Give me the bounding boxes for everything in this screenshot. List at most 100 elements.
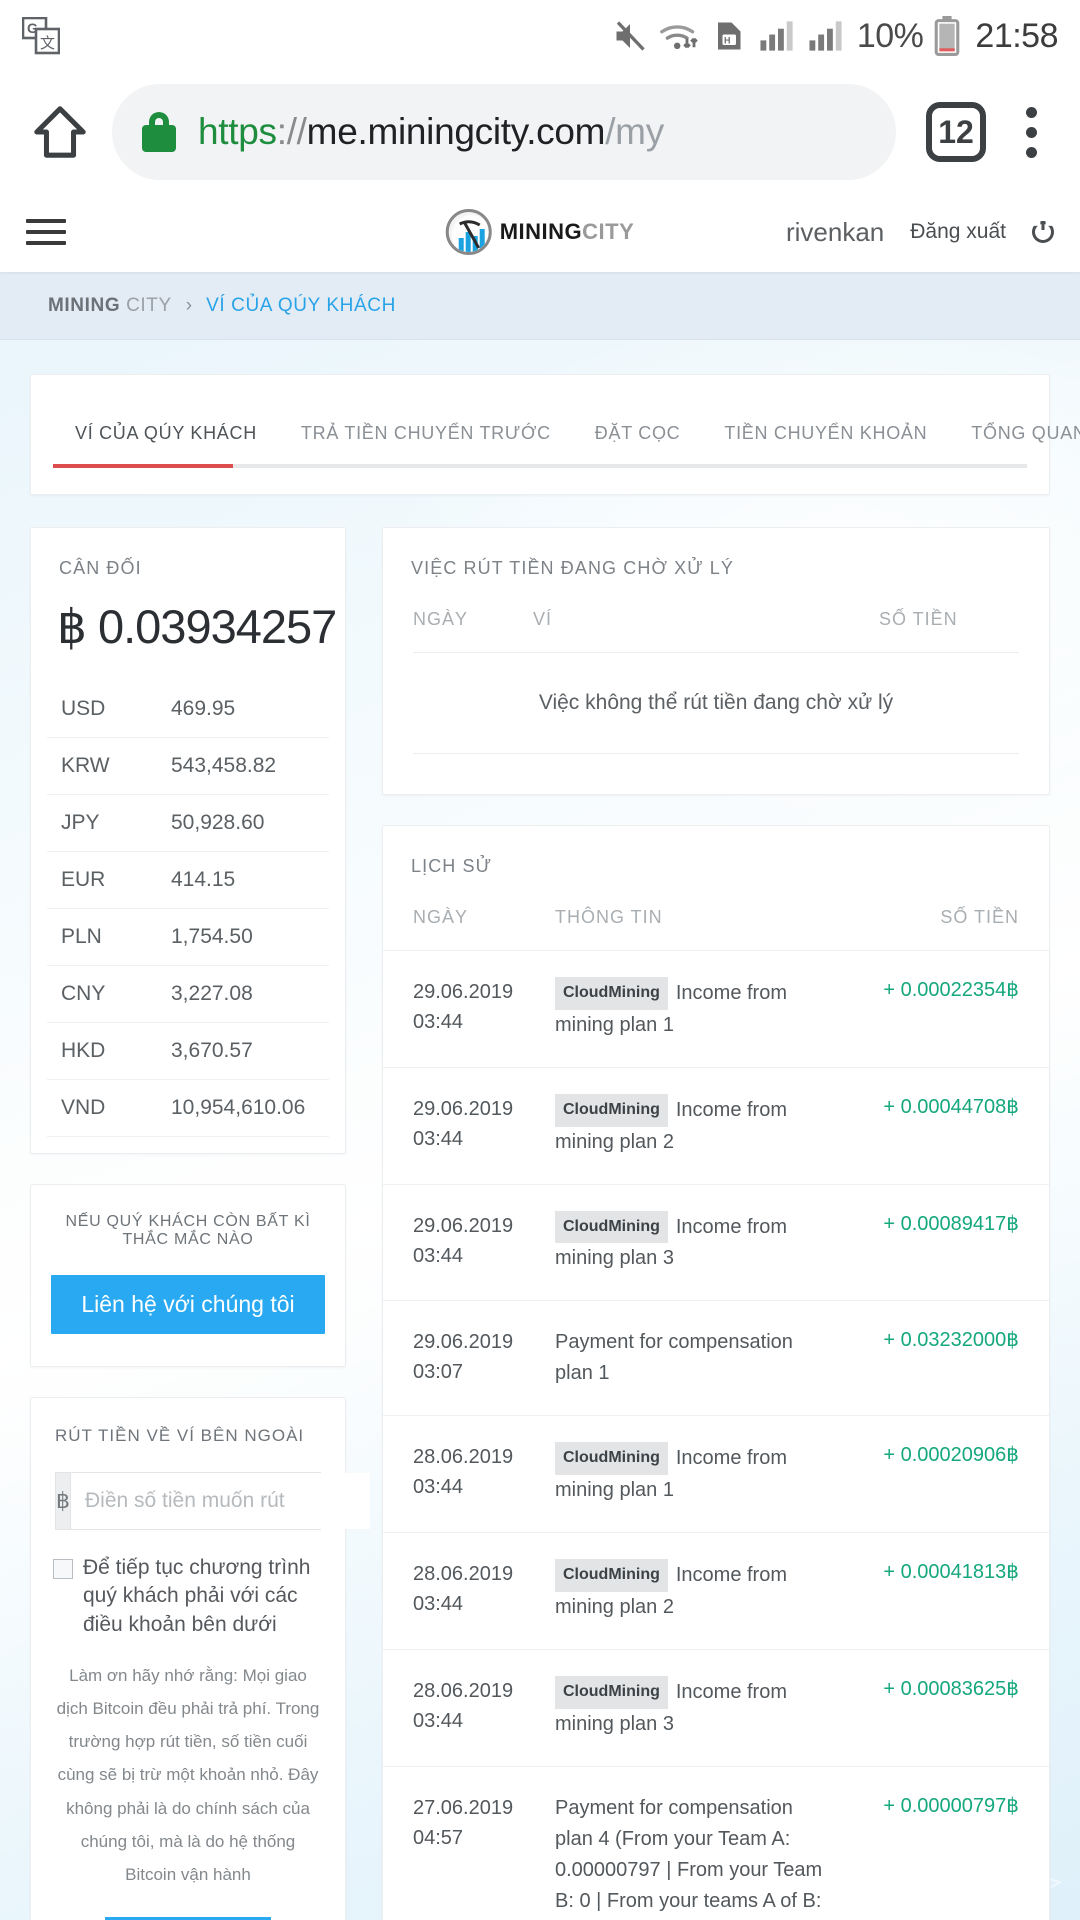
wifi-transfer-icon — [659, 18, 701, 54]
table-row: EUR 414.15 — [47, 852, 329, 909]
power-icon[interactable] — [1032, 221, 1054, 243]
history-card: LỊCH SỬ NGÀY THÔNG TIN SỐ TIỀN 29.06.201… — [382, 825, 1050, 1920]
transaction-amount: + 0.00041813฿ — [883, 1561, 1019, 1584]
tab-tra-tien-chuyen-truoc[interactable]: TRẢ TIỀN CHUYỂN TRƯỚC — [279, 409, 573, 464]
currency-code: JPY — [61, 811, 100, 834]
table-row: JPY 50,928.60 — [47, 795, 329, 852]
username-label[interactable]: rivenkan — [786, 217, 884, 248]
transaction-date: 29.06.2019 03:44 — [413, 981, 514, 1033]
contact-card-title: NẾU QUÝ KHÁCH CÒN BẤT KÌ THẮC MẮC NÀO — [65, 1213, 311, 1248]
two-column-layout: CÂN ĐỐI ฿ 0.03934257 USD 469.95 KRW 543,45… — [30, 527, 1050, 1920]
currency-value: 414.15 — [171, 868, 236, 891]
transaction-amount: + 0.00020906฿ — [883, 1444, 1019, 1467]
table-row: 28.06.2019 03:44 CloudMining Income from mi… — [383, 1648, 1049, 1766]
browser-toolbar: https://me.miningcity.com/my 12 — [0, 72, 1080, 192]
history-card-title: LỊCH SỬ — [411, 856, 493, 876]
transaction-tag-badge: CloudMining — [555, 1210, 668, 1244]
breadcrumb: MINING CITY › VÍ CỦA QÚY KHÁCH — [0, 272, 1080, 340]
transaction-info: CloudMining Income from mining plan 3 — [555, 1675, 849, 1740]
signal-bars-icon — [759, 19, 797, 53]
transaction-tag-badge: CloudMining — [555, 1559, 668, 1592]
status-left-icons: G 文 — [21, 16, 61, 55]
transaction-tag-badge: CloudMining — [555, 1675, 668, 1709]
transaction-info: Payment for compensation plan 1 — [555, 1331, 793, 1385]
url-bar[interactable]: https://me.miningcity.com/my — [112, 84, 896, 180]
transaction-date: 28.06.2019 03:44 — [413, 1563, 514, 1616]
breadcrumb-root-light: CITY — [126, 294, 172, 316]
tab-dat-coc[interactable]: ĐẶT CỌC — [573, 409, 703, 464]
breadcrumb-current: VÍ CỦA QÚY KHÁCH — [206, 294, 396, 316]
withdraw-amount-input[interactable] — [71, 1473, 370, 1529]
lock-icon — [142, 112, 176, 152]
history-row-list: 29.06.2019 03:44 CloudMining Income from mi… — [383, 950, 1049, 1920]
tab-bar-card: VÍ CỦA QÚY KHÁCH TRẢ TIỀN CHUYỂN TRƯỚC Đ… — [30, 374, 1080, 495]
table-row: CNY 3,227.08 — [47, 966, 329, 1023]
table-row: PLN 1,754.50 — [47, 909, 329, 966]
volume-muted-icon — [612, 18, 648, 54]
transaction-amount: + 0.00000797฿ — [883, 1794, 1019, 1817]
contact-us-button[interactable]: Liên hệ với chúng tôi — [51, 1275, 325, 1334]
tab-list: VÍ CỦA QÚY KHÁCH TRẢ TIỀN CHUYỂN TRƯỚC Đ… — [31, 409, 1080, 464]
table-row: KRW 543,458.82 — [47, 738, 329, 795]
fiat-rates-table: USD 469.95 KRW 543,458.82 JPY 50,928.60 EUR… — [31, 681, 345, 1153]
currency-code: KRW — [61, 754, 110, 777]
tab-counter-button[interactable]: 12 — [926, 102, 986, 162]
tab-tien-chuyen-khoan[interactable]: TIỀN CHUYỂN KHOẢN — [702, 409, 949, 464]
url-text: https://me.miningcity.com/my — [198, 111, 664, 153]
table-row: USD 469.95 — [47, 681, 329, 738]
table-row: 28.06.2019 03:44 CloudMining Income from mi… — [383, 1415, 1049, 1532]
withdraw-amount-group: ฿ — [55, 1472, 370, 1530]
withdraw-card-title: RÚT TIỀN VỀ VÍ BÊN NGOÀI — [55, 1426, 305, 1445]
site-logo[interactable]: MININGCITY — [445, 209, 635, 255]
column-header-wallet: VÍ — [533, 609, 553, 629]
header-user-area: rivenkan Đăng xuất — [786, 217, 1054, 248]
pending-table-header: NGÀY VÍ SỐ TIỀN — [383, 579, 1049, 630]
transaction-amount: + 0.00044708฿ — [883, 1095, 1019, 1118]
hamburger-menu-icon[interactable] — [26, 219, 66, 245]
breadcrumb-root[interactable]: MINING CITY — [48, 295, 172, 317]
currency-value: 3,670.57 — [171, 1039, 253, 1062]
table-row: 29.06.2019 03:44 CloudMining Income from mi… — [383, 1066, 1049, 1184]
tab-vi-cua-quy-khach[interactable]: VÍ CỦA QÚY KHÁCH — [53, 409, 279, 464]
transaction-amount: + 0.00083625฿ — [883, 1677, 1019, 1700]
logo-wordmark: MININGCITY — [500, 219, 635, 245]
bitcoin-symbol-icon: ฿ — [56, 1473, 71, 1529]
tab-underline-track — [53, 464, 1027, 468]
right-column: VIỆC RÚT TIỀN ĐANG CHỜ XỬ LÝ NGÀY VÍ SỐ … — [382, 527, 1050, 1920]
signal-bars-icon — [808, 19, 846, 53]
transaction-tag-badge: CloudMining — [555, 1442, 668, 1476]
transaction-info: Payment for compensation plan 4 (From yo… — [555, 1796, 823, 1912]
withdraw-card: RÚT TIỀN VỀ VÍ BÊN NGOÀI ฿ Để tiếp tục c… — [30, 1397, 370, 1920]
url-path: /my — [605, 111, 664, 152]
url-host: me.miningcity.com — [306, 111, 606, 152]
breadcrumb-separator: › — [185, 294, 193, 316]
currency-value: 1,754.50 — [171, 925, 253, 948]
column-header-amount: SỐ TIỀN — [940, 907, 1019, 927]
btc-symbol: ฿ — [57, 600, 87, 653]
table-row: 29.06.2019 03:07 Payment for compensation … — [383, 1300, 1049, 1415]
currency-value: 10,954,610.06 — [171, 1096, 306, 1119]
transaction-date: 27.06.2019 04:57 — [413, 1796, 514, 1849]
contact-card: NẾU QUÝ KHÁCH CÒN BẤT KÌ THẮC MẮC NÀO Li… — [30, 1184, 346, 1367]
home-icon[interactable] — [24, 96, 96, 168]
logout-link[interactable]: Đăng xuất — [910, 220, 1006, 244]
table-row: HKD 3,670.57 — [47, 1023, 329, 1080]
logo-text-primary: MINING — [499, 219, 583, 244]
transaction-date: 29.06.2019 03:44 — [413, 1214, 514, 1267]
google-translate-icon: G 文 — [21, 16, 61, 55]
currency-value: 543,458.82 — [171, 754, 277, 777]
url-separator: :// — [276, 111, 307, 152]
terms-checkbox[interactable] — [53, 1559, 73, 1579]
currency-code: VND — [61, 1096, 106, 1119]
transaction-info: CloudMining Income from mining plan 3 — [555, 1210, 849, 1275]
currency-value: 3,227.08 — [171, 982, 253, 1005]
terms-checkbox-row[interactable]: Để tiếp tục chương trình quý khách phải … — [53, 1554, 323, 1639]
tab-tong-quan-ve[interactable]: TỔNG QUAN VỀ — [949, 409, 1080, 464]
column-header-info: THÔNG TIN — [555, 907, 663, 927]
transaction-info: CloudMining Income from mining plan 1 — [555, 1442, 849, 1506]
currency-value: 50,928.60 — [171, 811, 265, 834]
status-right-icons: H 10% 21:58 — [612, 16, 1058, 56]
overflow-menu-icon[interactable] — [1006, 106, 1056, 158]
table-row: 29.06.2019 03:44 CloudMining Income from mi… — [383, 950, 1049, 1067]
battery-percent-label: 10% — [856, 16, 924, 55]
